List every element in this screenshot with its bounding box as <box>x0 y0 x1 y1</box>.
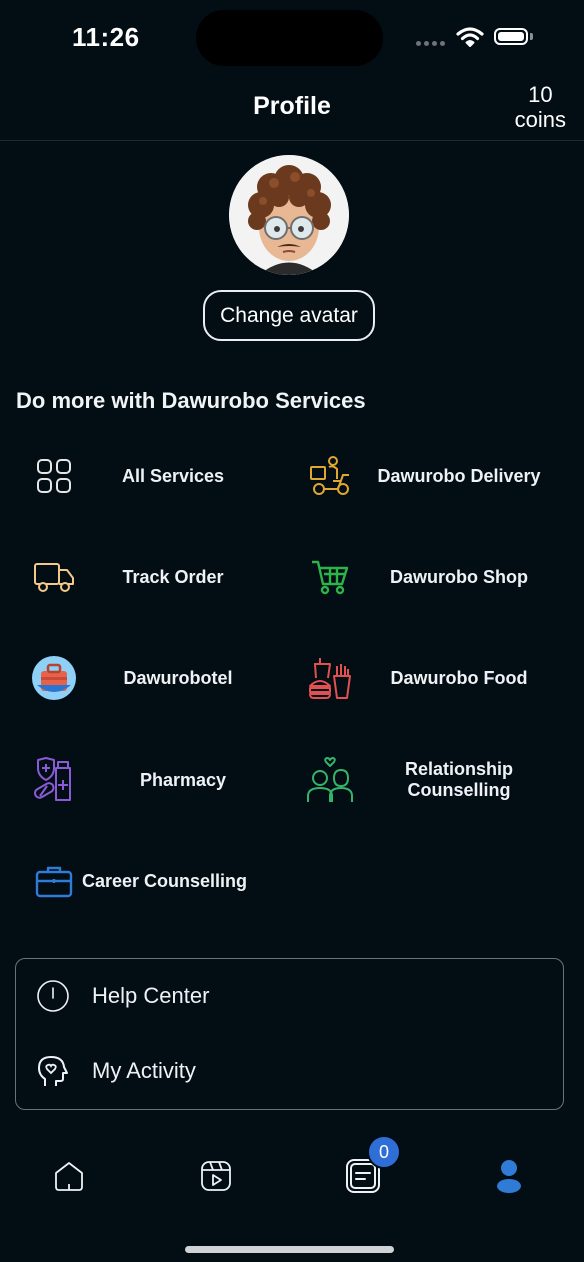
head-heart-icon <box>38 1056 68 1086</box>
person-icon <box>497 1160 521 1193</box>
tab-videos[interactable] <box>198 1158 234 1194</box>
service-label: Dawurobo Shop <box>390 566 528 587</box>
menu-help-center[interactable]: Help Center <box>36 979 209 1013</box>
memoji-avatar-icon <box>229 155 349 275</box>
couple-icon <box>306 756 354 804</box>
service-label: Track Order <box>122 566 224 587</box>
service-all-services[interactable]: All Services <box>30 446 268 506</box>
menu-label: My Activity <box>92 1058 196 1083</box>
service-track-order[interactable]: Track Order <box>30 547 268 607</box>
coins-balance[interactable]: 10 coins <box>515 82 566 132</box>
cellular-signal-icon <box>416 41 445 46</box>
service-career-counselling[interactable]: Career Counselling <box>30 851 247 911</box>
service-label: Dawurobo Food <box>390 667 528 688</box>
tab-profile[interactable] <box>491 1158 527 1194</box>
service-dawurobo-food[interactable]: Dawurobo Food <box>306 648 564 708</box>
service-dawurobo-shop[interactable]: Dawurobo Shop <box>306 547 564 607</box>
coins-label: coins <box>514 107 566 132</box>
dynamic-island <box>196 10 383 66</box>
service-label: Career Counselling <box>82 870 248 891</box>
avatar[interactable] <box>229 155 349 275</box>
info-icon <box>37 980 69 1012</box>
service-pharmacy[interactable]: Pharmacy <box>30 750 288 810</box>
service-label: Pharmacy <box>139 769 227 790</box>
medicine-icon <box>30 756 78 804</box>
status-time: 11:26 <box>72 22 140 52</box>
service-dawurobotel[interactable]: Dawurobotel <box>30 648 278 708</box>
service-label: All Services <box>121 465 225 486</box>
truck-icon <box>30 553 78 601</box>
home-icon <box>55 1162 83 1191</box>
tab-home[interactable] <box>51 1158 87 1194</box>
fast-food-icon <box>306 654 354 702</box>
service-relationship-counselling[interactable]: Relationship Counselling <box>306 750 534 810</box>
service-label: Dawurobotel <box>123 667 233 688</box>
service-label: Dawurobo Delivery <box>377 465 541 486</box>
services-section-title: Do more with Dawurobo Services <box>16 388 366 413</box>
menu-my-activity[interactable]: My Activity <box>36 1054 196 1088</box>
hotel-icon <box>30 654 78 702</box>
change-avatar-button[interactable]: Change avatar <box>203 290 375 341</box>
service-dawurobo-delivery[interactable]: Dawurobo Delivery <box>306 446 564 506</box>
briefcase-icon <box>30 857 78 905</box>
cart-icon <box>306 553 354 601</box>
page-title: Profile <box>253 92 331 120</box>
menu-label: Help Center <box>92 983 210 1008</box>
wifi-icon <box>456 27 484 47</box>
header-divider <box>0 140 584 141</box>
battery-icon <box>494 28 528 45</box>
reels-icon <box>201 1161 231 1191</box>
home-indicator <box>185 1246 394 1253</box>
account-menu-card: Help Center My Activity <box>15 958 564 1110</box>
scooter-icon <box>306 452 354 500</box>
service-label: Relationship Counselling <box>404 759 513 800</box>
notification-badge: 0 <box>367 1135 401 1169</box>
coins-count: 10 <box>528 82 553 107</box>
grid-icon <box>30 452 78 500</box>
